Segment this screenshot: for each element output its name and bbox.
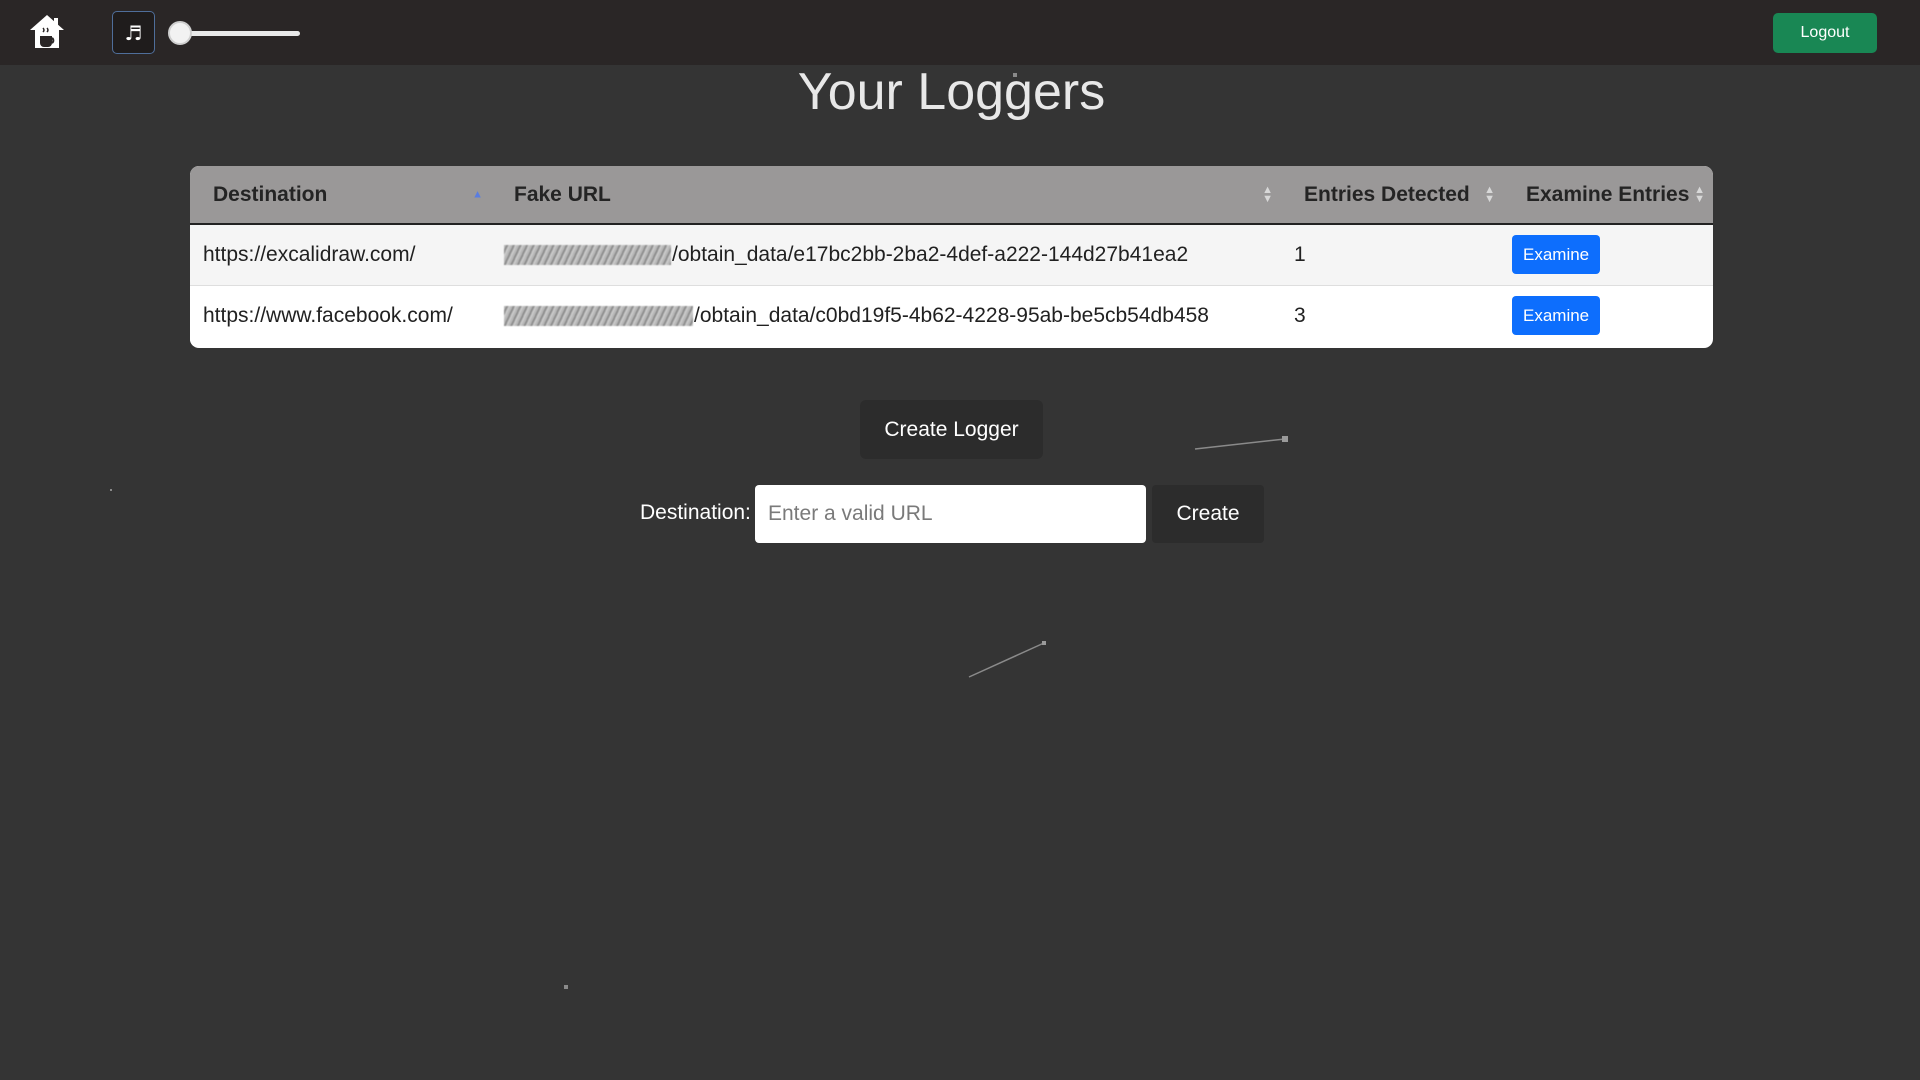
sort-icon: ▲ ▼	[1484, 183, 1495, 205]
destination-cell: https://www.facebook.com/	[190, 285, 491, 346]
page-title: Your Loggers	[797, 63, 1106, 121]
top-navbar: ♬ Logout	[0, 0, 1920, 65]
sort-icon: ▲ ▼	[1262, 183, 1273, 205]
column-header-fake-url[interactable]: Fake URL ▲ ▼	[491, 166, 1281, 225]
redacted-host	[504, 306, 693, 327]
sort-icon: ▲ ▼	[1694, 183, 1705, 205]
sort-ascending-icon: ▲	[472, 188, 483, 200]
column-header-destination[interactable]: Destination ▲	[190, 166, 491, 225]
music-note-icon: ♬	[124, 20, 143, 45]
table-row: https://excalidraw.com/ /obtain_data/e17…	[190, 224, 1713, 285]
create-logger-button[interactable]: Create Logger	[860, 400, 1043, 459]
examine-button[interactable]: Examine	[1512, 235, 1601, 275]
entries-cell: 3	[1294, 303, 1306, 327]
home-icon[interactable]	[27, 12, 67, 52]
examine-cell: Examine	[1503, 285, 1713, 346]
loggers-table: Destination ▲ Fake URL ▲ ▼ Entries Detect…	[190, 166, 1713, 348]
fake-url-cell: /obtain_data/c0bd19f5-4b62-4228-95ab-be5…	[491, 285, 1281, 346]
volume-slider[interactable]	[168, 21, 300, 45]
music-toggle-button[interactable]: ♬	[112, 11, 155, 54]
destination-label: Destination:	[640, 501, 751, 524]
create-button[interactable]: Create	[1152, 485, 1264, 543]
column-header-entries-detected[interactable]: Entries Detected ▲ ▼	[1281, 166, 1503, 225]
examine-button[interactable]: Examine	[1512, 296, 1601, 336]
volume-slider-track	[176, 31, 300, 36]
table-header-row: Destination ▲ Fake URL ▲ ▼ Entries Detect…	[190, 166, 1713, 225]
redacted-host	[504, 245, 671, 266]
entries-cell: 1	[1281, 224, 1503, 285]
examine-cell: Examine	[1503, 224, 1713, 285]
volume-slider-thumb[interactable]	[168, 21, 192, 45]
logout-button[interactable]: Logout	[1773, 13, 1877, 53]
fake-url-cell: /obtain_data/e17bc2bb-2ba2-4def-a222-144…	[491, 224, 1281, 285]
destination-input[interactable]	[755, 485, 1146, 543]
destination-cell: https://excalidraw.com/	[190, 224, 491, 285]
table-row: https://www.facebook.com/ /obtain_data/c…	[190, 285, 1713, 346]
column-header-examine-entries[interactable]: Examine Entries ▲ ▼	[1503, 166, 1713, 225]
